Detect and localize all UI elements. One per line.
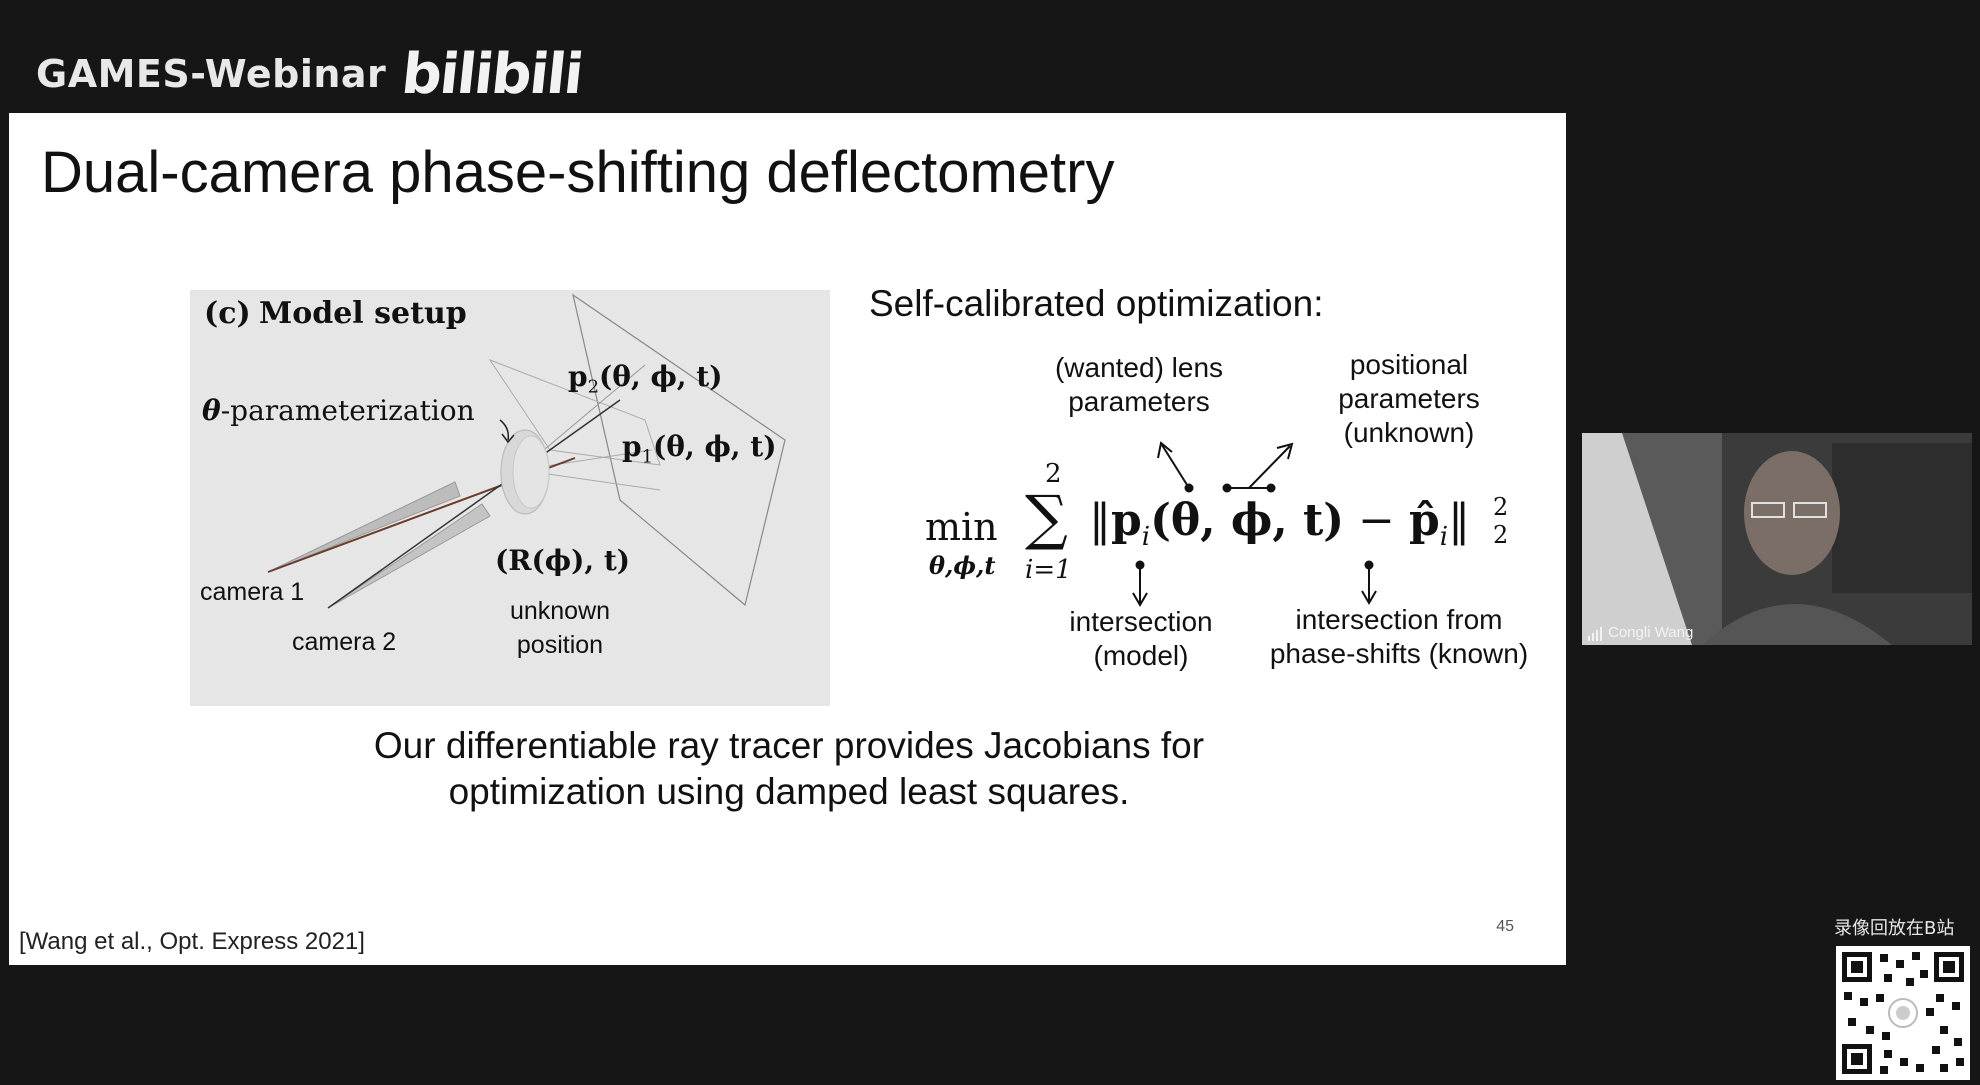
rotation-translation-label: (R(ϕ), t) [495,544,631,577]
participant-video-image [1582,433,1972,645]
p2-args: (θ, ϕ, t) [599,360,723,393]
annotation-model-line2: (model) [1093,640,1189,671]
camera-2-label: camera 2 [292,628,397,656]
position-text: position [516,631,604,659]
qr-code-icon [1842,952,1964,1074]
p2-symbol: p [568,360,588,393]
p2-label: p2(θ, ϕ, t) [568,360,723,398]
model-setup-figure: (c) Model setup θ-parameterization p2(θ,… [190,290,830,706]
brand-text: GAMES-Webinar [36,52,387,96]
theta-parameterization-label: θ-parameterization [202,394,475,427]
p1-args: (θ, ϕ, t) [653,430,777,463]
p-args: (θ, ϕ, t) [1150,495,1345,546]
camera-1-label: camera 1 [200,578,305,606]
p-subscript: i [1141,521,1151,552]
figure-label-c: (c) [204,296,251,331]
annotation-known-line2: phase-shifts (known) [1269,638,1529,669]
annotation-model-line1: intersection [1069,606,1213,637]
annotation-intersection-model: intersection (model) [1041,605,1241,673]
annotation-intersection-known: intersection from phase-shifts (known) [1249,603,1549,671]
min-operator: min [925,505,998,549]
objective-expression: ‖pi(θ, ϕ, t) − p̂i‖ [1089,495,1470,552]
presentation-slide: Dual-camera phase-shifting deflectometry… [9,113,1566,965]
caption-line-2: optimization using damped least squares. [448,771,1130,812]
participant-name-label: Congli Wang [1588,624,1693,641]
theta-param-text: -parameterization [220,394,475,427]
qr-code[interactable] [1836,946,1970,1080]
p1-label: p1(θ, ϕ, t) [622,430,777,468]
unknown-position-label: unknown position [490,594,630,662]
figure-label-model-setup: Model setup [259,296,467,331]
replay-notice: 录像回放在B站 [1834,918,1955,939]
participant-video-tile[interactable]: Congli Wang [1582,433,1972,645]
participant-name: Congli Wang [1608,624,1694,641]
slide-page-number: 45 [1496,918,1514,935]
p-symbol: p [1111,495,1142,546]
theta-symbol: θ [202,394,221,427]
minus-sign: − [1358,495,1395,546]
p1-subscript: 1 [641,446,654,468]
norm-open: ‖ [1089,495,1111,546]
sigma-symbol: ∑ [1025,483,1068,553]
p-hat-symbol: p̂ [1408,495,1440,546]
norm-superscript: 2 [1493,493,1509,521]
annotation-known-line1: intersection from [1295,604,1503,635]
sum-lower-limit: i=1 [1025,555,1072,585]
slide-caption: Our differentiable ray tracer provides J… [209,723,1369,815]
p-hat-subscript: i [1439,521,1449,552]
norm-subscript: 2 [1493,521,1509,549]
citation: [Wang et al., Opt. Express 2021] [19,928,365,955]
unknown-text: unknown [509,597,611,625]
optimization-equation: Self-calibrated optimization: (wanted) l… [869,283,1559,703]
figure-heading: (c) Model setup [204,296,467,331]
p2-subscript: 2 [587,376,600,398]
signal-strength-icon [1588,627,1602,641]
p1-symbol: p [622,430,642,463]
caption-line-1: Our differentiable ray tracer provides J… [373,725,1205,766]
slide-title: Dual-camera phase-shifting deflectometry [41,140,1115,205]
min-subscript: θ,ϕ,t [929,551,996,580]
bilibili-logo: bilibili [398,41,586,107]
norm-close: ‖ [1448,495,1471,546]
brand-header: GAMES-Webinar bilibili [36,41,586,107]
